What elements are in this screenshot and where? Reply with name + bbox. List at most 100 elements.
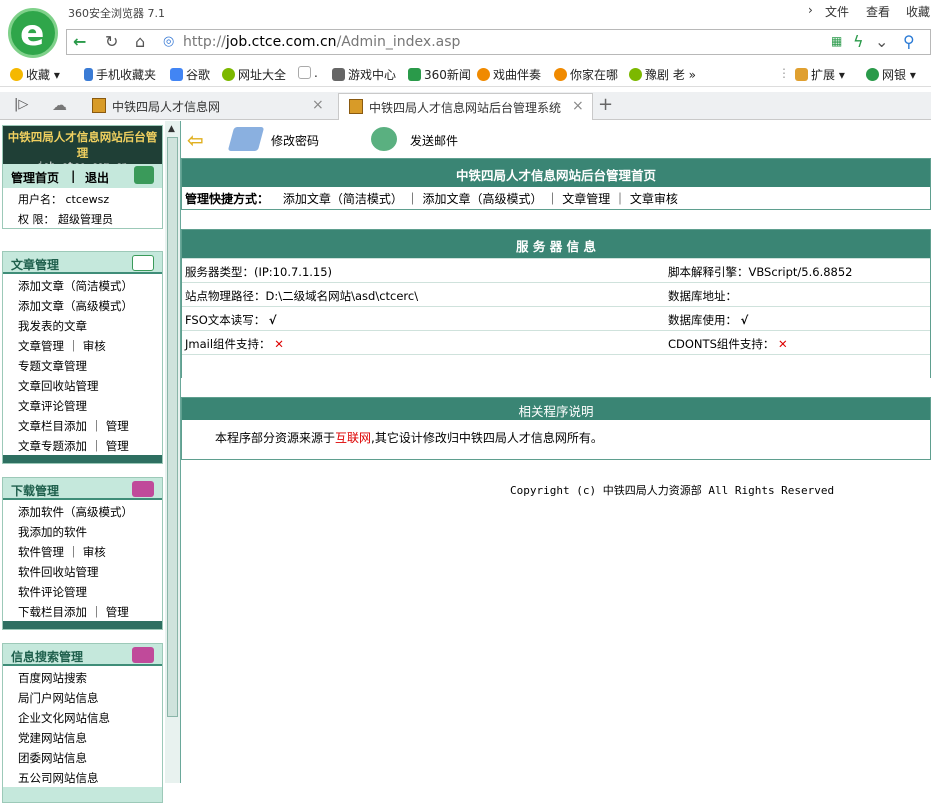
article-icon	[132, 255, 154, 271]
tab-site[interactable]: 中铁四局人才信息网 ×	[82, 93, 334, 120]
more-dots-icon[interactable]: ⋮	[778, 66, 790, 80]
home-icon[interactable]: ⌂	[135, 32, 145, 51]
jmail-support: Jmail组件支持： ✕	[185, 337, 284, 351]
fav-star[interactable]: 收藏 ▾	[10, 66, 60, 83]
nav-my-software[interactable]: 我添加的软件	[3, 521, 162, 541]
search-icon[interactable]: ⚲	[903, 32, 915, 51]
change-password-link[interactable]: 修改密码	[271, 132, 319, 149]
fav-dot[interactable]: .	[298, 66, 318, 80]
internet-link[interactable]: 互联网	[335, 431, 371, 445]
lightning-icon[interactable]: ϟ	[853, 32, 864, 51]
nav-portal-info[interactable]: 局门户网站信息	[3, 687, 162, 707]
admin-home-link[interactable]: 管理首页	[11, 169, 59, 186]
fav-hao[interactable]: 网址大全	[222, 66, 286, 83]
menu-view[interactable]: 查看	[866, 3, 890, 20]
gift-icon	[349, 99, 363, 114]
nav-topic-articles[interactable]: 专题文章管理	[3, 355, 162, 375]
globe-icon: ◎	[163, 34, 175, 49]
server-row: FSO文本读写： √ 数据库使用： √	[182, 306, 930, 330]
nav-add-article-advanced[interactable]: 添加文章（高级模式）	[3, 295, 162, 315]
search-panel: 信息搜索管理 百度网站搜索 局门户网站信息 企业文化网站信息 党建网站信息 团委…	[2, 643, 163, 803]
user-icon	[134, 166, 154, 184]
left-scrollbar[interactable]: ▲	[165, 121, 180, 783]
sidebar-toggle-icon[interactable]: |▷	[14, 97, 28, 112]
menu-favorites[interactable]: 收藏	[906, 3, 930, 20]
fav-google[interactable]: 谷歌	[170, 66, 210, 83]
browser-logo: e	[8, 8, 58, 58]
fav-home[interactable]: 你家在哪	[554, 66, 618, 83]
shortcut-article-review[interactable]: 文章审核	[630, 192, 678, 206]
copyright: Copyright (c) 中铁四局人力资源部 All Rights Reser…	[510, 484, 835, 497]
nav-add-software[interactable]: 添加软件（高级模式）	[3, 501, 162, 521]
url-text[interactable]: http://job.ctce.com.cn/Admin_index.asp	[183, 34, 460, 50]
server-info-title: 服 务 器 信 息	[182, 230, 930, 258]
nav-baidu-search[interactable]: 百度网站搜索	[3, 667, 162, 687]
role-row: 权 限： 超级管理员	[3, 208, 162, 228]
favorites-bar: 收藏 ▾ 手机收藏夹 谷歌 网址大全 . 游戏中心 360新闻 戏曲伴奏 你家在…	[0, 61, 931, 87]
fav-mobile[interactable]: 手机收藏夹	[84, 66, 156, 83]
fav-news[interactable]: 360新闻	[408, 66, 471, 83]
refresh-icon[interactable]: ↻	[105, 32, 118, 51]
shortcut-add-simple[interactable]: 添加文章（简洁模式）	[283, 192, 403, 206]
tab-admin[interactable]: 中铁四局人才信息网站后台管理系统 ×	[338, 93, 593, 120]
logout-link[interactable]: 退出	[85, 169, 109, 186]
nav-software-comments[interactable]: 软件评论管理	[3, 581, 162, 601]
shortcut-label: 管理快捷方式：	[185, 192, 270, 206]
gamepad-icon	[332, 68, 345, 81]
address-bar[interactable]: ← ↻ ⌂ ◎ http://job.ctce.com.cn/Admin_ind…	[66, 29, 931, 55]
qrcode-icon[interactable]: ▦	[831, 34, 842, 48]
nav-add-article-simple[interactable]: 添加文章（简洁模式）	[3, 275, 162, 295]
dropdown-icon[interactable]: ⌄	[875, 32, 888, 51]
home-panel: 中铁四局人才信息网站后台管理首页 管理快捷方式： 添加文章（简洁模式） ｜ 添加…	[181, 158, 931, 210]
star-icon	[10, 68, 23, 81]
shortcut-article-manage[interactable]: 文章管理	[562, 192, 610, 206]
home-title: 中铁四局人才信息网站后台管理首页	[182, 159, 930, 187]
cloud-icon[interactable]: ☁	[52, 96, 67, 114]
send-mail-link[interactable]: 发送邮件	[410, 132, 458, 149]
nav-article-comments[interactable]: 文章评论管理	[3, 395, 162, 415]
search-section-title: 信息搜索管理	[11, 650, 84, 664]
db-address: 数据库地址：	[668, 289, 737, 303]
user-panel: 中铁四局人才信息网站后台管理 job.ctce.com.cn 管理首页 | 退出…	[2, 125, 163, 229]
fav-extensions[interactable]: 扩展 ▾	[795, 66, 845, 83]
plus-icon	[222, 68, 235, 81]
tab-bar: |▷ ☁ 中铁四局人才信息网 × 中铁四局人才信息网站后台管理系统 × +	[0, 92, 931, 120]
nav-software-recycle[interactable]: 软件回收站管理	[3, 561, 162, 581]
fav-opera[interactable]: 戏曲伴奏	[477, 66, 541, 83]
back-icon[interactable]: ←	[73, 32, 86, 51]
script-engine: 脚本解释引擎：VBScript/5.6.8852	[668, 265, 853, 279]
tab-close-icon[interactable]: ×	[312, 97, 324, 113]
back-arrow-icon[interactable]: ⇦	[187, 128, 204, 152]
nav-culture-info[interactable]: 企业文化网站信息	[3, 707, 162, 727]
article-panel: 文章管理 添加文章（简洁模式） 添加文章（高级模式） 我发表的文章 文章管理 ｜…	[2, 251, 163, 464]
nav-software-manage[interactable]: 软件管理 ｜ 审核	[3, 541, 162, 561]
nav-download-columns[interactable]: 下载栏目添加 ｜ 管理	[3, 601, 162, 621]
smile-icon	[554, 68, 567, 81]
nav-article-recycle[interactable]: 文章回收站管理	[3, 375, 162, 395]
nav-article-columns[interactable]: 文章栏目添加 ｜ 管理	[3, 415, 162, 435]
grid-icon	[795, 68, 808, 81]
nav-article-topics[interactable]: 文章专题添加 ｜ 管理	[3, 435, 162, 455]
nav-league-info[interactable]: 团委网站信息	[3, 747, 162, 767]
nav-my-articles[interactable]: 我发表的文章	[3, 315, 162, 335]
main-toolbar: ⇦ 修改密码 发送邮件	[181, 121, 931, 157]
fav-bank[interactable]: 网银 ▾	[866, 66, 916, 83]
menu-file[interactable]: 文件	[825, 3, 849, 20]
search-section-icon	[132, 647, 154, 663]
scroll-thumb[interactable]	[167, 137, 178, 717]
nav-article-manage[interactable]: 文章管理 ｜ 审核	[3, 335, 162, 355]
menu-chevron-icon[interactable]: ›	[808, 3, 813, 17]
cdonts-support: CDONTS组件支持： ✕	[668, 337, 788, 351]
scroll-up-icon[interactable]: ▲	[168, 124, 175, 134]
fav-yuju[interactable]: 豫剧 老 »	[629, 66, 696, 83]
shortcut-add-advanced[interactable]: 添加文章（高级模式）	[423, 192, 543, 206]
nav-company5-info[interactable]: 五公司网站信息	[3, 767, 162, 787]
tab-close-icon[interactable]: ×	[572, 98, 584, 114]
nav-party-info[interactable]: 党建网站信息	[3, 727, 162, 747]
main-frame: ⇦ 修改密码 发送邮件 中铁四局人才信息网站后台管理首页 管理快捷方式： 添加文…	[181, 121, 931, 783]
download-panel: 下载管理 添加软件（高级模式） 我添加的软件 软件管理 ｜ 审核 软件回收站管理…	[2, 477, 163, 630]
brand-banner: 中铁四局人才信息网站后台管理 job.ctce.com.cn	[3, 126, 162, 172]
fav-games[interactable]: 游戏中心	[332, 66, 396, 83]
smile-icon	[477, 68, 490, 81]
new-tab-icon[interactable]: +	[598, 94, 613, 115]
